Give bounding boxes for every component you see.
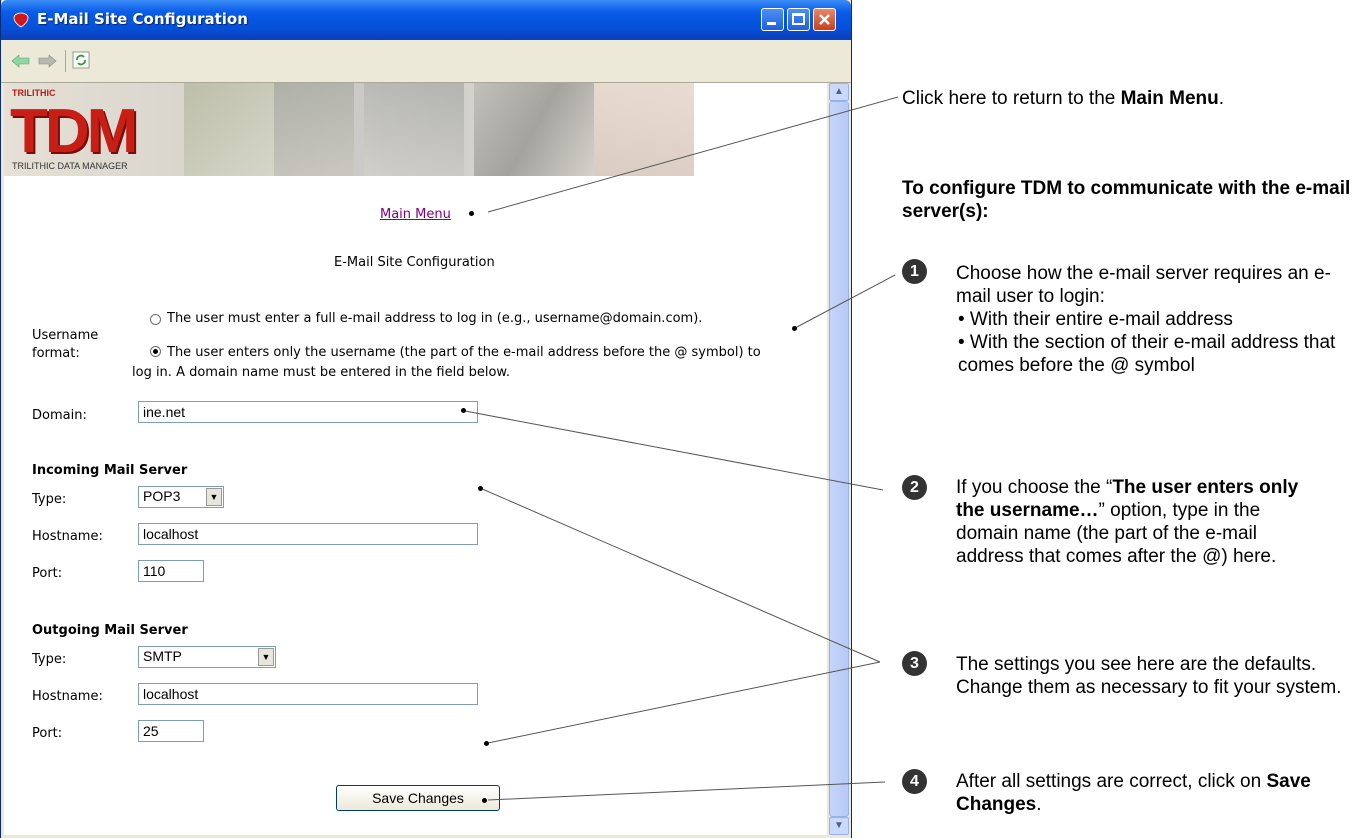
callout-marker: [484, 741, 489, 746]
step-1-text: Choose how the e-mail server requires an…: [956, 263, 1331, 307]
callout-marker: [461, 408, 466, 413]
callout-marker: [482, 798, 487, 803]
step-1-bullet-1: • With their entire e-mail address: [958, 309, 1233, 330]
step-2-text: If you choose the “The user enters only …: [956, 476, 1326, 568]
callout-marker: [469, 211, 474, 216]
step-4-prefix: After all settings are correct, click on: [956, 771, 1267, 792]
main-menu-note-text: Click here to return to the: [902, 88, 1121, 109]
instructions-heading: To configure TDM to communicate with the…: [902, 178, 1351, 222]
main-menu-note-suffix: .: [1218, 88, 1225, 109]
step-3-badge: 3: [902, 651, 927, 676]
step-4-badge: 4: [902, 769, 927, 794]
step-2-badge: 2: [902, 475, 927, 500]
step-3-text: The settings you see here are the defaul…: [956, 654, 1342, 698]
step-2-prefix: If you choose the “: [956, 477, 1113, 498]
callout-marker: [792, 326, 797, 331]
step-1-bullet-2: • With the section of their e-mail addre…: [958, 332, 1336, 376]
main-menu-note: Click here to return to the Main Menu.: [902, 87, 1362, 110]
step-1-badge: 1: [902, 259, 927, 284]
callout-lines: [464, 96, 899, 801]
step-4-suffix: .: [1036, 794, 1042, 815]
step-4-text: After all settings are correct, click on…: [956, 770, 1361, 816]
callout-marker: [478, 486, 483, 491]
main-menu-note-bold: Main Menu: [1120, 88, 1219, 109]
